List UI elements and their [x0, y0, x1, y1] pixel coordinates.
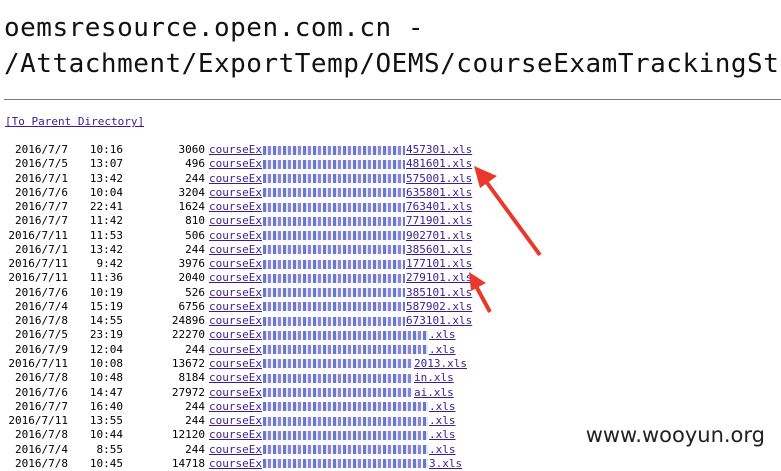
red-arrow-lower: [469, 272, 492, 313]
red-arrow-upper: [474, 166, 542, 257]
annotation-arrows: [469, 166, 542, 313]
watermark: www.wooyun.org: [579, 421, 771, 449]
